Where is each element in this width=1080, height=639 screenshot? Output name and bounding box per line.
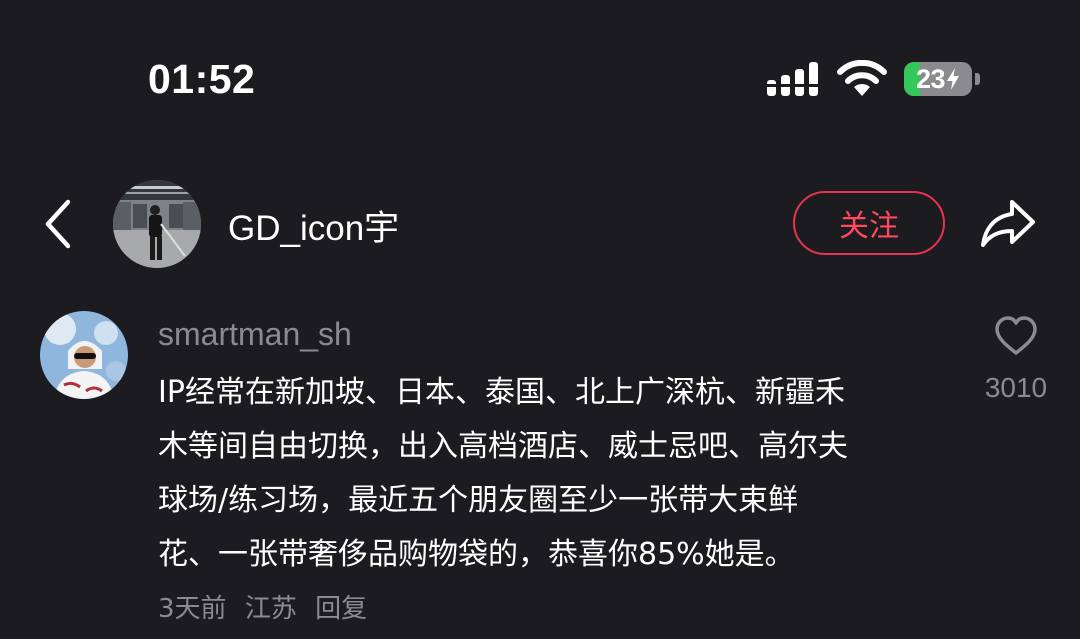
charging-bolt-icon (947, 68, 960, 90)
battery-icon: 23 (904, 62, 980, 96)
screen: 01:52 23 GD_icon宇 关注 smartman_sh IP经常在新加… (0, 0, 1080, 639)
share-arrow-icon[interactable] (980, 198, 1036, 248)
battery-cap (975, 73, 980, 85)
comment-location: 江苏 (244, 594, 297, 624)
comment-text-line: 花、一张带奢侈品购物袋的，恭喜你85%她是。 (158, 537, 795, 572)
chevron-left-icon[interactable] (38, 198, 82, 250)
comment-meta: 3天前 江苏 回复 (158, 588, 377, 625)
comment-text-line: IP经常在新加坡、日本、泰国、北上广深杭、新疆禾 (158, 375, 845, 410)
signal-icon (766, 62, 822, 96)
like-count: 3010 (984, 372, 1048, 403)
comment-text-line: 球场/练习场，最近五个朋友圈至少一张带大束鲜 (158, 483, 799, 518)
comment-author-name[interactable]: smartman_sh (158, 316, 352, 353)
comment-time: 3天前 (158, 594, 227, 624)
comment-avatar-image (40, 311, 128, 399)
reply-button[interactable]: 回复 (315, 594, 367, 624)
author-avatar-image (113, 180, 201, 268)
wifi-icon (837, 60, 887, 96)
heart-outline-icon[interactable] (994, 315, 1038, 357)
author-username[interactable]: GD_icon宇 (228, 200, 399, 251)
comment-text-line: 木等间自由切换，出入高档酒店、威士忌吧、高尔夫 (158, 429, 848, 464)
comment-text: IP经常在新加坡、日本、泰国、北上广深杭、新疆禾 木等间自由切换，出入高档酒店、… (158, 366, 958, 582)
comment-author-avatar[interactable] (40, 311, 128, 399)
battery-level: 23 (904, 62, 972, 96)
battery-body: 23 (904, 62, 972, 96)
author-avatar[interactable] (113, 180, 201, 268)
status-time: 01:52 (148, 56, 256, 102)
follow-button[interactable]: 关注 (793, 191, 945, 255)
battery-text: 23 (915, 63, 946, 94)
